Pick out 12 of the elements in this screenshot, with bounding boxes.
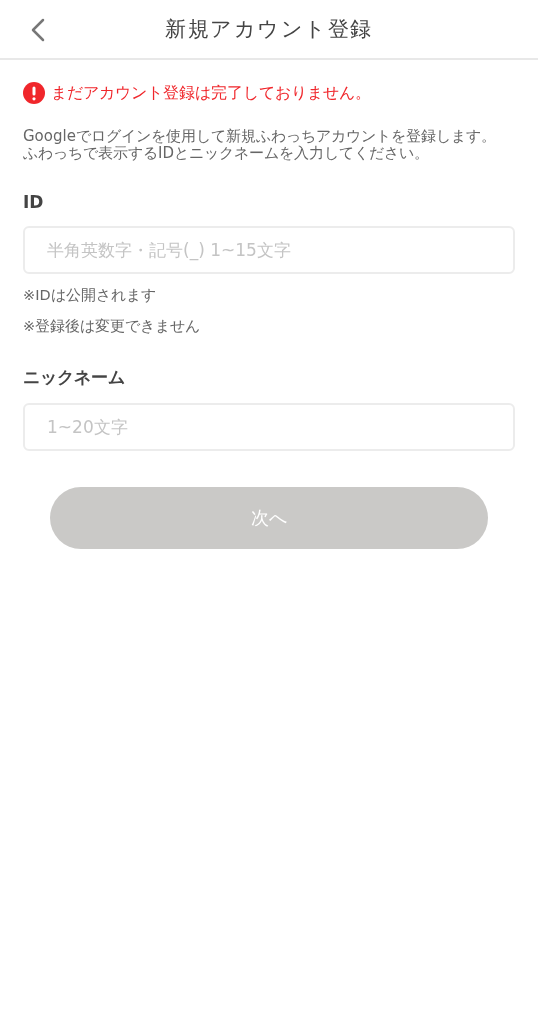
field-note: ※登録後は変更できません xyxy=(23,317,202,336)
field-label: ID xyxy=(23,192,45,212)
input-field[interactable]: 半角英数字・記号(_) 1~15文字 xyxy=(23,226,515,274)
description-text: ふわっちで表示するIDとニックネームを入力してください。 xyxy=(23,145,430,162)
back-icon xyxy=(31,18,45,42)
page-title: 新規アカウント登録 xyxy=(165,16,373,43)
input-field[interactable]: 1~20文字 xyxy=(23,403,515,451)
field-label: ニックネーム xyxy=(23,366,126,389)
alert-icon xyxy=(23,82,45,104)
field-note: ※IDは公開されます xyxy=(23,286,157,305)
description-text: Googleでログインを使用して新規ふわっちアカウントを登録します。 xyxy=(23,128,497,145)
alert-message: まだアカウント登録は完了しておりません。 xyxy=(51,82,371,104)
